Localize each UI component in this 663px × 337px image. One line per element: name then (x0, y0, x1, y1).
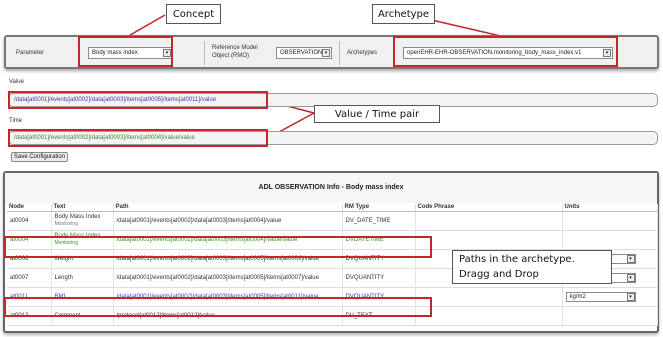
text-sub: Monitoring (54, 239, 78, 246)
chevron-down-icon: ▾ (603, 49, 611, 57)
parameter-select-value: Body mass index (92, 50, 138, 56)
node-cell: at0007 (7, 268, 52, 288)
time-path: /data[at0001]/events[at0002]/data[at0003… (14, 135, 195, 141)
text-main: Body Mass Index (54, 232, 101, 239)
col-header-units: Units (562, 204, 658, 212)
archetypes-label: Archetypes (347, 50, 378, 56)
parameter-label: Parameter (16, 50, 45, 56)
paths-callout: Paths in the archetype. Dragg and Drop (452, 250, 612, 284)
value-time-pair-callout: Value / Time pair (314, 105, 440, 123)
divider (339, 41, 340, 65)
paths-callout-line1: Paths in the archetype. (459, 254, 575, 265)
archetype-callout: Archetype (372, 4, 435, 24)
text-cell: Weight (51, 249, 114, 269)
text-main: Body Mass Index (54, 213, 101, 220)
concept-callout: Concept (166, 4, 221, 24)
path-cell[interactable]: /data[at0001]/events[at0002]/data[at0003… (113, 287, 343, 307)
save-configuration-button[interactable]: Save Configuration (11, 152, 69, 162)
node-cell: at0006 (7, 249, 52, 269)
table-row[interactable]: at0004 Body Mass Index Monitoring /data[a… (7, 211, 658, 231)
text-cell: Length (51, 268, 114, 288)
archetype-select[interactable]: openEHR-EHR-OBSERVATION.monitoring_body_… (403, 47, 613, 59)
rm-type-cell: DV_TEXT (342, 306, 416, 326)
node-cell: at0004 (7, 230, 52, 250)
value-label: Value (9, 79, 24, 85)
table-row[interactable]: at0012 Comment /protocol[at0012]/items[a… (7, 306, 658, 326)
rm-type-cell: DVQUANTITY (342, 268, 416, 288)
node-cell: at0004 (7, 211, 52, 231)
text-cell: BMI (51, 287, 114, 307)
code-phrase-cell (415, 287, 563, 307)
rm-label: Reference Model Object (RMO) (212, 44, 258, 60)
divider (204, 41, 205, 65)
chevron-down-icon: ▾ (626, 273, 635, 282)
chevron-down-icon: ▾ (163, 49, 171, 57)
units-cell (562, 306, 658, 326)
time-label: Time (9, 118, 23, 124)
adl-title: ADL OBSERVATION Info - Body mass index (5, 173, 657, 203)
paths-callout-line2: Dragg and Drop (459, 269, 539, 280)
code-phrase-cell (415, 211, 563, 231)
time-path-field[interactable]: /data[at0001]/events[at0002]/data[at0003… (8, 131, 658, 145)
rm-type-cell: DV_DATE_TIME (342, 211, 416, 231)
adl-header-row: Node Text Path RM Type Code Phrase Units (7, 204, 658, 212)
path-cell[interactable]: /data[at0001]/events[at0002]/data[at0003… (113, 268, 343, 288)
archetype-select-value: openEHR-EHR-OBSERVATION.monitoring_body_… (407, 50, 582, 56)
node-cell: at0012 (7, 306, 52, 326)
rm-select-value: OBSERVATION (280, 50, 323, 56)
code-phrase-cell (415, 306, 563, 326)
rm-select[interactable]: OBSERVATION ▾ (276, 47, 332, 59)
units-select[interactable]: kg/m2 ▾ (565, 291, 636, 302)
text-cell: Comment (51, 306, 114, 326)
rm-type-cell: DVDATETIME (342, 230, 416, 250)
path-cell[interactable]: /data[at0001]/events[at0002]/data[at0003… (113, 249, 343, 269)
units-cell: kg/m2 ▾ (562, 287, 658, 307)
col-header-rm-type: RM Type (342, 204, 416, 212)
col-header-text: Text (51, 204, 114, 212)
units-value: kg/m2 (569, 293, 586, 300)
units-cell (562, 211, 658, 231)
rm-label-line1: Reference Model (212, 45, 258, 51)
code-phrase-cell (415, 230, 563, 250)
path-cell[interactable]: /protocol[at0012]/items[at0012]/value (113, 306, 343, 326)
value-path: /data[at0001]/events[at0002]/data[at0003… (14, 97, 217, 103)
col-header-code-phrase: Code Phrase (415, 204, 563, 212)
path-cell[interactable]: /data[at0001]/events[at0002]/data[at0003… (113, 211, 343, 231)
text-sub: Monitoring (54, 220, 78, 227)
table-row[interactable]: at0011 BMI /data[at0001]/events[at0002]/… (7, 287, 658, 307)
chevron-down-icon: ▾ (626, 254, 635, 263)
table-row[interactable]: at0004 Body Mass Index Monitoring /data[a… (7, 230, 658, 250)
path-cell[interactable]: /data[at0001]/events[at0002]/data[at0003… (113, 230, 343, 250)
rm-type-cell: DVQUANTITY (342, 287, 416, 307)
rm-label-line2: Object (RMO) (212, 53, 250, 59)
text-cell: Body Mass Index Monitoring (51, 211, 114, 231)
units-cell (562, 230, 658, 250)
node-cell: at0011 (7, 287, 52, 307)
chevron-down-icon: ▾ (322, 49, 330, 57)
chevron-down-icon: ▾ (626, 292, 635, 301)
text-cell: Body Mass Index Monitoring (51, 230, 114, 250)
rm-type-cell: DVQUANTITY (342, 249, 416, 269)
col-header-path: Path (113, 204, 343, 212)
col-header-node: Node (7, 204, 52, 212)
configuration-panel: Parameter Body mass index ▾ Reference Mo… (4, 35, 659, 69)
parameter-select[interactable]: Body mass index ▾ (88, 47, 173, 59)
